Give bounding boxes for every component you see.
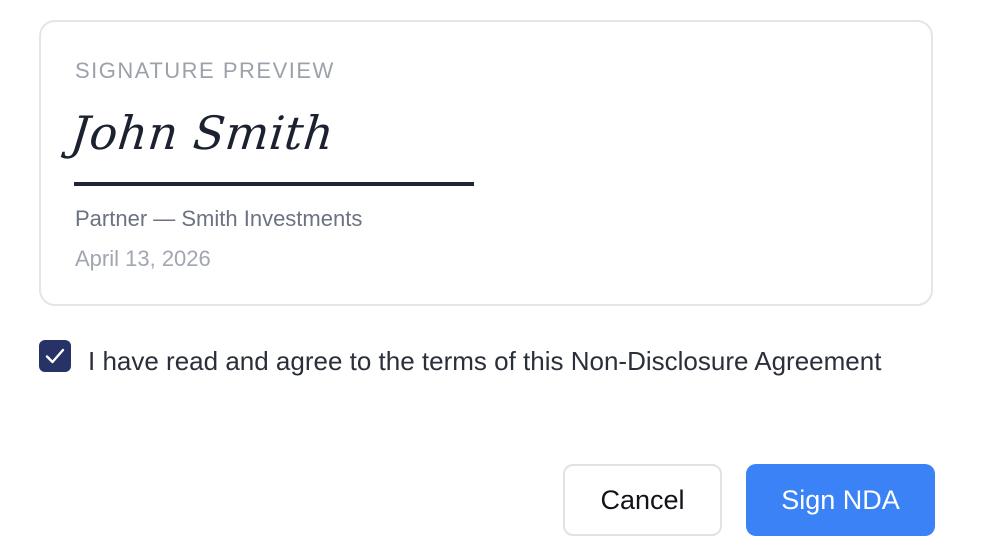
- signature-preview-heading: SIGNATURE PREVIEW: [75, 58, 335, 83]
- sign-nda-button[interactable]: Sign NDA: [746, 464, 935, 536]
- agree-checkbox[interactable]: [39, 340, 71, 372]
- signature-name: John Smith: [68, 106, 337, 160]
- check-icon: [45, 348, 65, 364]
- signer-title: Partner — Smith Investments: [75, 206, 363, 231]
- signature-date: April 13, 2026: [75, 246, 211, 271]
- signature-line: [74, 182, 474, 186]
- nda-sign-dialog: SIGNATURE PREVIEW John Smith Partner — S…: [0, 0, 984, 552]
- signature-preview-card: SIGNATURE PREVIEW John Smith Partner — S…: [39, 20, 933, 306]
- cancel-button[interactable]: Cancel: [563, 464, 722, 536]
- agree-label[interactable]: I have read and agree to the terms of th…: [88, 342, 888, 380]
